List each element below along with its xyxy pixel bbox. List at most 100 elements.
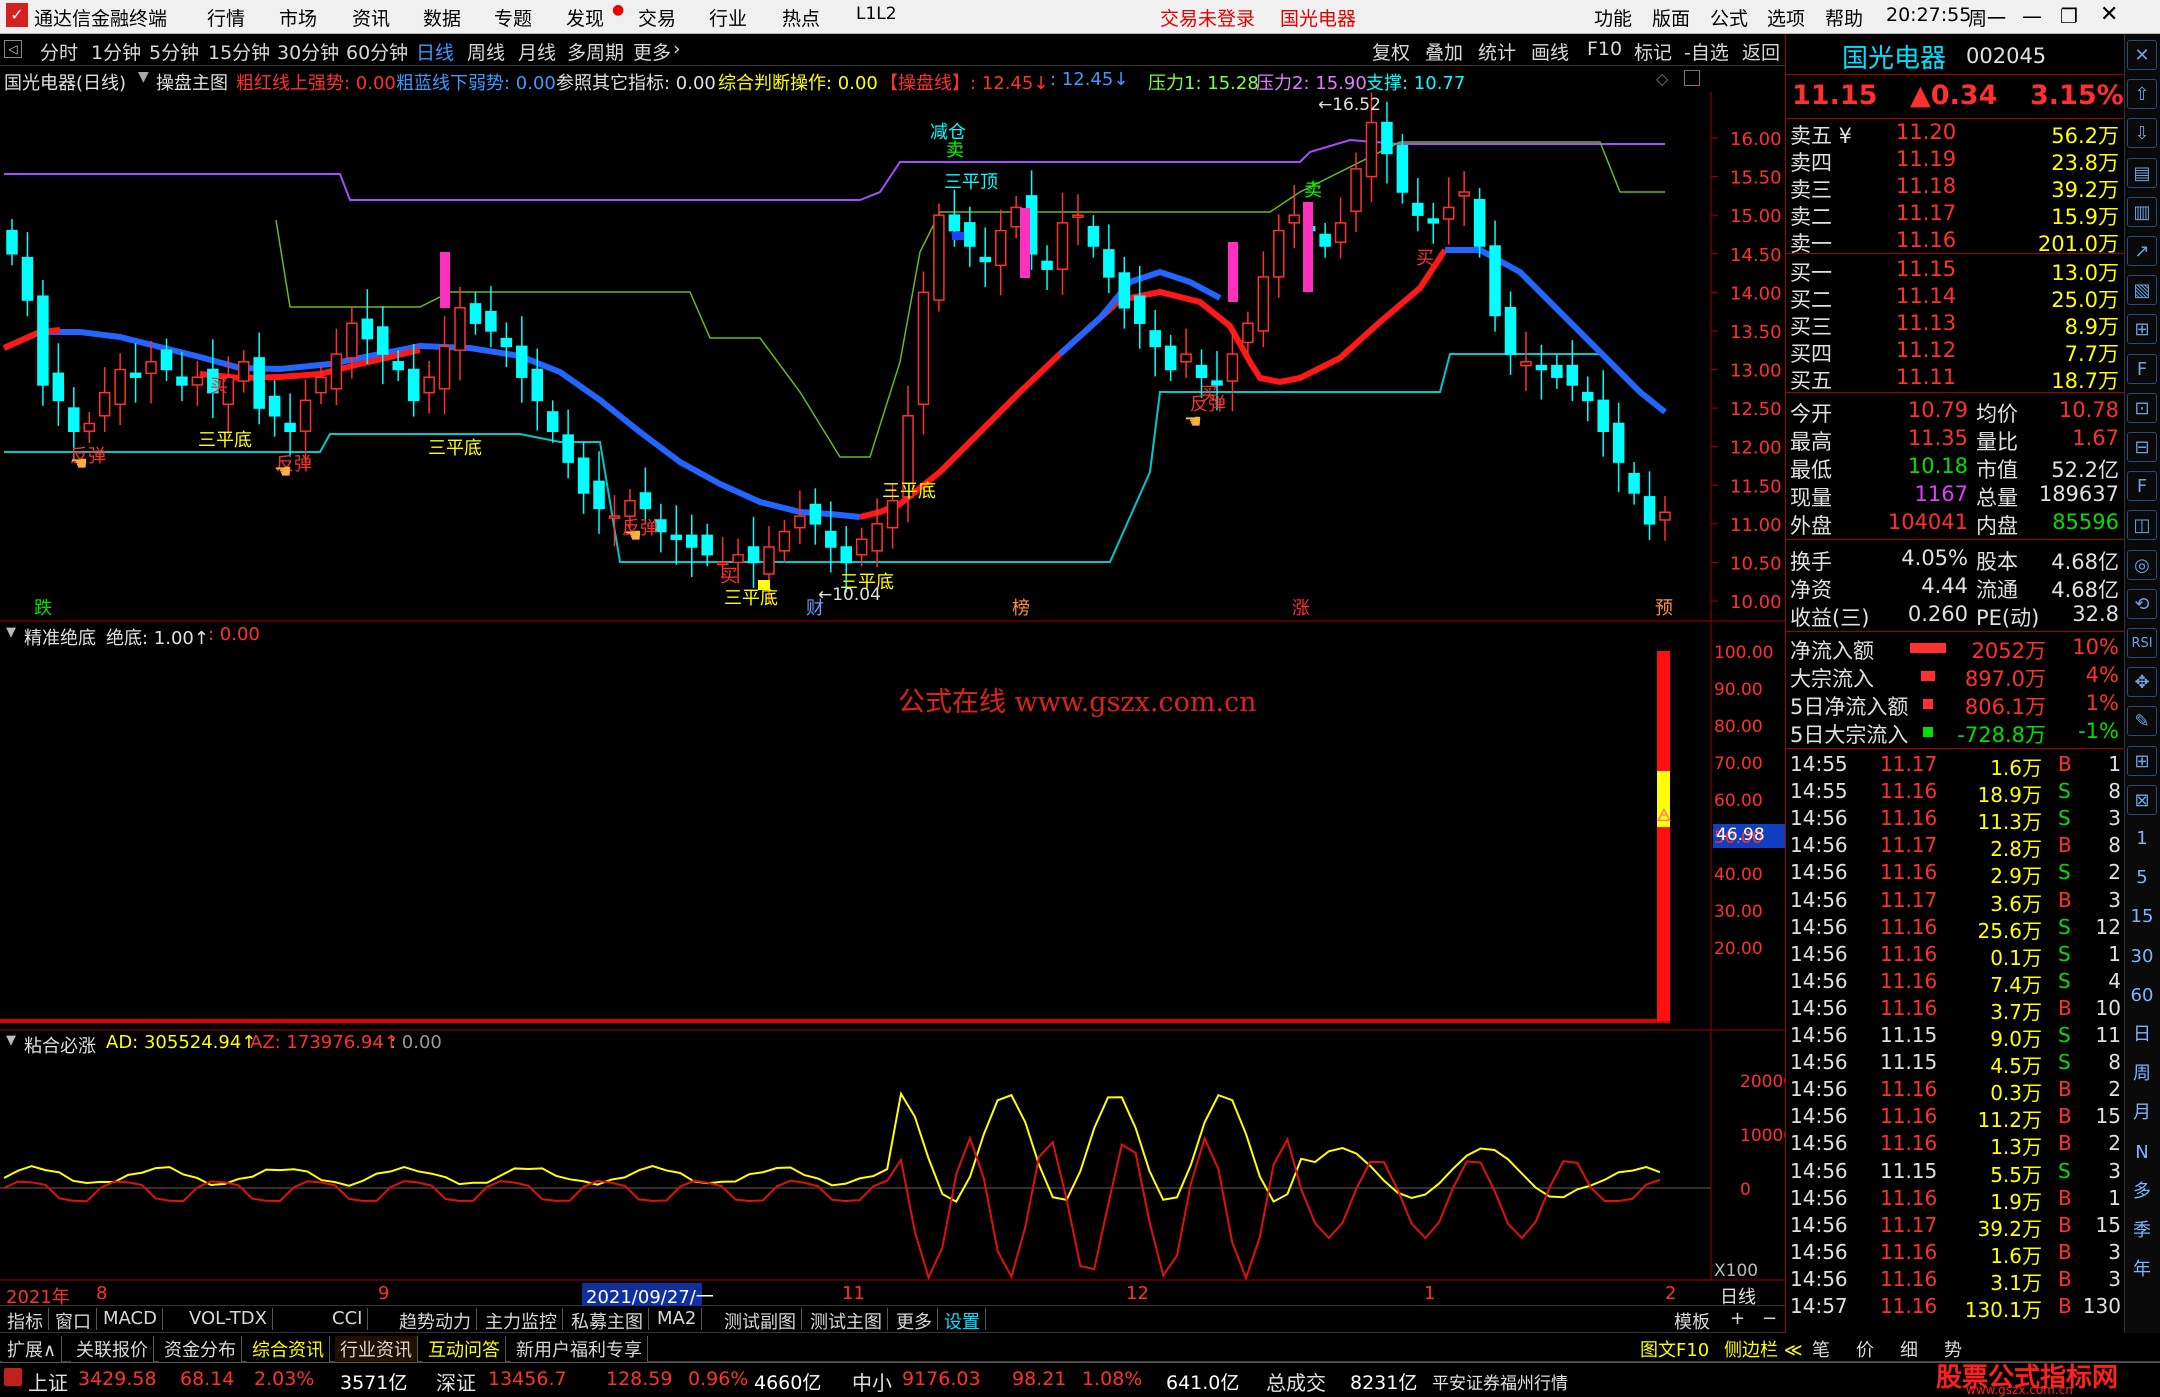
restore-icon[interactable]: ❐	[2060, 4, 2078, 28]
side-toolbar-icon[interactable]: F	[2127, 353, 2157, 384]
menu-discover[interactable]: 发现	[566, 4, 604, 31]
chevron-right-icon[interactable]: ›	[673, 38, 681, 60]
collapse-icon[interactable]: ◁	[4, 40, 22, 58]
diamond-icon[interactable]: ◇	[1656, 69, 1668, 88]
tab-period-1min[interactable]: 1分钟	[91, 38, 141, 65]
side-toolbar-icon[interactable]: F	[2127, 471, 2157, 502]
btn-mark[interactable]: 标记	[1634, 38, 1672, 65]
dropdown-icon[interactable]: ▼	[138, 69, 149, 85]
side-toolbar-icon[interactable]: 30	[2127, 942, 2157, 972]
tick-list[interactable]: 14:55 11.17 1.6万 B 1 14:55 11.16 18.9万 S 8 14:56 11…	[1786, 748, 2125, 1333]
menu-market[interactable]: 市场	[279, 4, 317, 31]
menu-function[interactable]: 功能	[1594, 4, 1632, 31]
side-toolbar-icon[interactable]: 60	[2127, 981, 2157, 1011]
tab-period-30min[interactable]: 30分钟	[277, 38, 339, 65]
login-status[interactable]: 交易未登录	[1160, 4, 1255, 31]
side-toolbar-icon[interactable]: N	[2127, 1138, 2157, 1168]
info-tab[interactable]: 扩展∧	[2, 1336, 63, 1362]
side-toolbar-icon[interactable]: 季	[2127, 1216, 2157, 1246]
tab-period-multi[interactable]: 多周期	[567, 38, 624, 65]
btn-f10[interactable]: F10	[1587, 38, 1622, 60]
event-marker[interactable]: 预	[1655, 598, 1673, 619]
side-toolbar-icon[interactable]: 年	[2127, 1255, 2157, 1285]
side-toolbar-icon[interactable]: ↗	[2127, 236, 2157, 266]
menu-news[interactable]: 资讯	[352, 4, 390, 31]
menu-quotes[interactable]: 行情	[207, 4, 245, 31]
indicator-tab[interactable]: 测试副图	[719, 1308, 802, 1333]
panel-tab[interactable]: 笔	[1808, 1336, 1834, 1362]
tab-period-15min[interactable]: 15分钟	[208, 38, 270, 65]
side-toolbar-icon[interactable]: ◎	[2127, 549, 2157, 580]
event-marker[interactable]: 财	[806, 598, 824, 619]
side-toolbar-icon[interactable]: 1	[2127, 824, 2157, 854]
indicator-tab[interactable]: 趋势动力	[394, 1308, 477, 1333]
menu-topics[interactable]: 专题	[494, 4, 532, 31]
side-toolbar-icon[interactable]: ⟲	[2127, 588, 2157, 619]
panel-tab[interactable]: 侧边栏 ≪	[1720, 1336, 1807, 1362]
tab-period-daily[interactable]: 日线	[416, 38, 454, 65]
btn-back[interactable]: 返回	[1742, 38, 1780, 65]
info-tab[interactable]: 新用户福利专享	[511, 1336, 648, 1362]
index-sh-name[interactable]: 上证	[28, 1367, 68, 1396]
indicator2-chart[interactable]: 20000 10000 0	[0, 1031, 1785, 1281]
btn-draw[interactable]: 画线	[1531, 38, 1569, 65]
menu-formula[interactable]: 公式	[1710, 4, 1748, 31]
info-tab[interactable]: 资金分布	[159, 1336, 242, 1362]
info-tab[interactable]: 行业资讯	[335, 1336, 418, 1362]
indicator-tab[interactable]: 窗口	[50, 1308, 97, 1333]
menu-options[interactable]: 选项	[1767, 4, 1805, 31]
menu-layout[interactable]: 版面	[1652, 4, 1690, 31]
menu-help[interactable]: 帮助	[1825, 4, 1863, 31]
side-toolbar-icon[interactable]: 5	[2127, 863, 2157, 893]
menu-hotspot[interactable]: 热点	[782, 4, 820, 31]
info-tab[interactable]: 综合资讯	[247, 1336, 330, 1362]
tab-period-5min[interactable]: 5分钟	[149, 38, 199, 65]
template-tab[interactable]: −	[1756, 1308, 1783, 1329]
indicator-tab[interactable]: 设置	[939, 1308, 986, 1333]
indicator-tab[interactable]: MA2	[652, 1308, 703, 1330]
index-zx-name[interactable]: 中小	[852, 1367, 892, 1396]
template-tab[interactable]: 模板	[1668, 1308, 1716, 1334]
indicator-tab[interactable]: 主力监控	[480, 1308, 563, 1333]
btn-stats[interactable]: 统计	[1478, 38, 1516, 65]
menu-trade[interactable]: 交易	[638, 4, 676, 31]
indicator-tab[interactable]: MACD	[98, 1308, 163, 1330]
side-toolbar-icon[interactable]: ⊟	[2127, 432, 2157, 462]
side-toolbar-icon[interactable]: ▧	[2127, 275, 2157, 306]
side-toolbar-icon[interactable]: ⊞	[2127, 745, 2157, 776]
side-toolbar-icon[interactable]: 月	[2127, 1098, 2157, 1128]
template-tab[interactable]: +	[1724, 1308, 1751, 1329]
menu-l1l2[interactable]: L1L2	[856, 4, 897, 24]
event-marker[interactable]: 涨	[1292, 598, 1310, 619]
indicator-tab[interactable]: 私募主图	[566, 1308, 649, 1333]
tab-period-weekly[interactable]: 周线	[467, 38, 505, 65]
side-toolbar-icon[interactable]: ⊞	[2127, 314, 2157, 345]
panel-tab[interactable]: 图文F10	[1636, 1336, 1713, 1362]
menu-data[interactable]: 数据	[423, 4, 461, 31]
side-toolbar-icon[interactable]: ⇧	[2127, 79, 2157, 110]
event-marker[interactable]: 榜	[1012, 598, 1030, 619]
side-toolbar-icon[interactable]: 周	[2127, 1059, 2157, 1089]
info-tab[interactable]: 互动问答	[423, 1336, 506, 1362]
tab-period-fenshi[interactable]: 分时	[40, 38, 78, 65]
side-toolbar-icon[interactable]: RSI	[2127, 628, 2157, 658]
side-toolbar-icon[interactable]: ▤	[2127, 157, 2157, 188]
tab-period-monthly[interactable]: 月线	[518, 38, 556, 65]
main-kline-chart[interactable]: 16.00 15.50 15.00 14.50 14.00 13.50 13.00 12.50…	[0, 92, 1785, 622]
menu-industry[interactable]: 行业	[709, 4, 747, 31]
side-toolbar-icon[interactable]: ◫	[2127, 510, 2157, 541]
side-toolbar-icon[interactable]: ⇩	[2127, 118, 2157, 149]
indicator-tab[interactable]: VOL-TDX	[184, 1308, 273, 1330]
side-toolbar-icon[interactable]: ▥	[2127, 196, 2157, 227]
event-marker[interactable]: 跌	[34, 598, 52, 619]
side-toolbar-icon[interactable]: 多	[2127, 1177, 2157, 1207]
indicator1-chart[interactable]: 🜁 100.0090.0080.0070.0060.0050.0040.0030…	[0, 623, 1785, 1031]
panel-tab[interactable]: 细	[1896, 1336, 1922, 1362]
btn-remove-watch[interactable]: -自选	[1684, 38, 1729, 65]
btn-fuquan[interactable]: 复权	[1372, 38, 1410, 65]
side-toolbar-icon[interactable]: 日	[2127, 1020, 2157, 1050]
side-toolbar-icon[interactable]: 15	[2127, 902, 2157, 932]
indicator-tab[interactable]: 测试主图	[805, 1308, 888, 1333]
side-toolbar-icon[interactable]: ✎	[2127, 706, 2157, 737]
btn-overlay[interactable]: 叠加	[1425, 38, 1463, 65]
